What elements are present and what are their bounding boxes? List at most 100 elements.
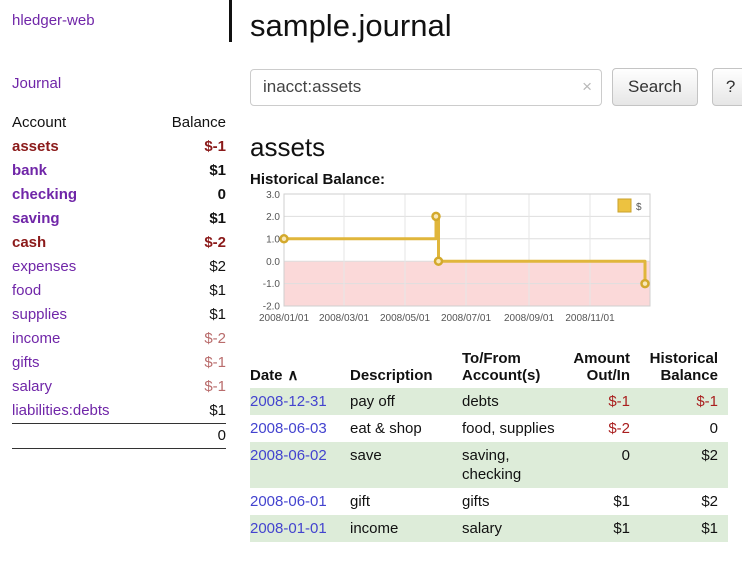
transaction-accounts: salary xyxy=(462,515,570,542)
clear-search-icon[interactable]: × xyxy=(582,77,592,97)
account-balance: $-2 xyxy=(150,231,226,255)
register-row: 2008-01-01 income salary $1 $1 xyxy=(250,515,728,542)
chart-point xyxy=(433,213,440,220)
account-heading: assets xyxy=(250,132,742,163)
account-row: liabilities:debts $1 xyxy=(12,399,226,424)
chart-point xyxy=(281,235,288,242)
account-link-food[interactable]: food xyxy=(12,282,41,299)
transaction-description: gift xyxy=(350,488,462,515)
journal-link[interactable]: Journal xyxy=(12,75,226,92)
x-tick-label: 2008/05/01 xyxy=(380,313,430,324)
historical-balance-chart: $ 3.0 2.0 1.0 0.0 -1.0 -2.0 2008/01/01 2… xyxy=(250,190,742,334)
column-header-description: Description xyxy=(350,348,462,388)
transaction-amount: $-1 xyxy=(570,388,640,415)
register-header-row: Date ∧ Description To/From Account(s) Amo… xyxy=(250,348,728,388)
account-link-liabilities-debts[interactable]: liabilities:debts xyxy=(12,402,110,419)
sort-asc-icon: ∧ xyxy=(288,367,299,384)
account-link-expenses[interactable]: expenses xyxy=(12,258,76,275)
transaction-balance: $-1 xyxy=(640,388,728,415)
account-balance: $2 xyxy=(150,255,226,279)
accounts-header-account: Account xyxy=(12,110,150,135)
search-input[interactable] xyxy=(250,69,602,106)
register-row: 2008-06-03 eat & shop food, supplies $-2… xyxy=(250,415,728,442)
column-header-accounts: To/From Account(s) xyxy=(462,348,570,388)
account-link-saving[interactable]: saving xyxy=(12,210,60,227)
search-button[interactable]: Search xyxy=(612,68,698,106)
transaction-description: pay off xyxy=(350,388,462,415)
transaction-amount: 0 xyxy=(570,442,640,488)
register-row: 2008-06-01 gift gifts $1 $2 xyxy=(250,488,728,515)
column-header-balance: Historical Balance xyxy=(640,348,728,388)
transaction-balance: $2 xyxy=(640,488,728,515)
account-balance: 0 xyxy=(150,183,226,207)
account-row: saving $1 xyxy=(12,207,226,231)
account-row: income $-2 xyxy=(12,327,226,351)
column-header-date-label: Date xyxy=(250,367,283,384)
transaction-description: income xyxy=(350,515,462,542)
transaction-accounts: debts xyxy=(462,388,570,415)
account-row: checking 0 xyxy=(12,183,226,207)
transaction-date-link[interactable]: 2008-06-02 xyxy=(250,447,327,464)
transaction-amount: $1 xyxy=(570,515,640,542)
x-tick-label: 2008/01/01 xyxy=(259,313,309,324)
accounts-table: Account Balance assets $-1 bank $1 check… xyxy=(12,110,226,449)
account-balance: $1 xyxy=(150,399,226,424)
account-balance: $-1 xyxy=(150,375,226,399)
column-header-amount: Amount Out/In xyxy=(570,348,640,388)
transaction-balance: 0 xyxy=(640,415,728,442)
account-link-bank[interactable]: bank xyxy=(12,162,47,179)
account-row: salary $-1 xyxy=(12,375,226,399)
hledger-web-app: hledger-web Journal Account Balance asse… xyxy=(0,0,742,582)
legend-swatch xyxy=(618,199,631,212)
transaction-description: eat & shop xyxy=(350,415,462,442)
transaction-date-link[interactable]: 2008-01-01 xyxy=(250,520,327,537)
account-row: expenses $2 xyxy=(12,255,226,279)
page-title: sample.journal xyxy=(250,8,742,44)
transaction-description: save xyxy=(350,442,462,488)
y-tick-label: 2.0 xyxy=(266,212,280,223)
help-button[interactable]: ? xyxy=(712,68,742,106)
account-row: food $1 xyxy=(12,279,226,303)
x-tick-label: 2008/11/01 xyxy=(565,313,615,324)
account-balance: $-1 xyxy=(150,351,226,375)
account-link-cash[interactable]: cash xyxy=(12,234,46,251)
y-tick-label: 0.0 xyxy=(266,257,280,268)
chart-legend: $ xyxy=(616,198,644,214)
y-tick-label: -2.0 xyxy=(263,302,281,313)
accounts-header-row: Account Balance xyxy=(12,110,226,135)
account-balance: $1 xyxy=(150,303,226,327)
account-balance: $1 xyxy=(150,279,226,303)
account-row: supplies $1 xyxy=(12,303,226,327)
account-link-gifts[interactable]: gifts xyxy=(12,354,40,371)
account-row: bank $1 xyxy=(12,159,226,183)
account-balance: $1 xyxy=(150,159,226,183)
y-axis-labels: 3.0 2.0 1.0 0.0 -1.0 -2.0 xyxy=(263,190,281,313)
main-content: sample.journal × Search ? assets Histori… xyxy=(232,0,742,582)
account-link-assets[interactable]: assets xyxy=(12,138,59,155)
search-form: × Search ? xyxy=(250,68,742,106)
sidebar-divider xyxy=(229,0,232,42)
account-link-salary[interactable]: salary xyxy=(12,378,52,395)
transaction-date-link[interactable]: 2008-06-03 xyxy=(250,420,327,437)
accounts-total-row: 0 xyxy=(12,424,226,449)
transaction-amount: $-2 xyxy=(570,415,640,442)
chart-point xyxy=(642,280,649,287)
brand-link[interactable]: hledger-web xyxy=(12,12,226,29)
transaction-date-link[interactable]: 2008-12-31 xyxy=(250,393,327,410)
account-link-checking[interactable]: checking xyxy=(12,186,77,203)
account-balance: $1 xyxy=(150,207,226,231)
transaction-accounts: saving, checking xyxy=(462,442,570,488)
x-axis-labels: 2008/01/01 2008/03/01 2008/05/01 2008/07… xyxy=(259,313,615,324)
account-row: cash $-2 xyxy=(12,231,226,255)
transaction-date-link[interactable]: 2008-06-01 xyxy=(250,493,327,510)
accounts-total-value: 0 xyxy=(150,424,226,449)
y-tick-label: 3.0 xyxy=(266,190,280,201)
transaction-accounts: food, supplies xyxy=(462,415,570,442)
search-box: × xyxy=(250,69,602,106)
account-link-supplies[interactable]: supplies xyxy=(12,306,67,323)
account-link-income[interactable]: income xyxy=(12,330,60,347)
transaction-balance: $1 xyxy=(640,515,728,542)
column-header-date[interactable]: Date ∧ xyxy=(250,348,350,388)
register-table: Date ∧ Description To/From Account(s) Amo… xyxy=(250,348,728,542)
account-balance: $-2 xyxy=(150,327,226,351)
